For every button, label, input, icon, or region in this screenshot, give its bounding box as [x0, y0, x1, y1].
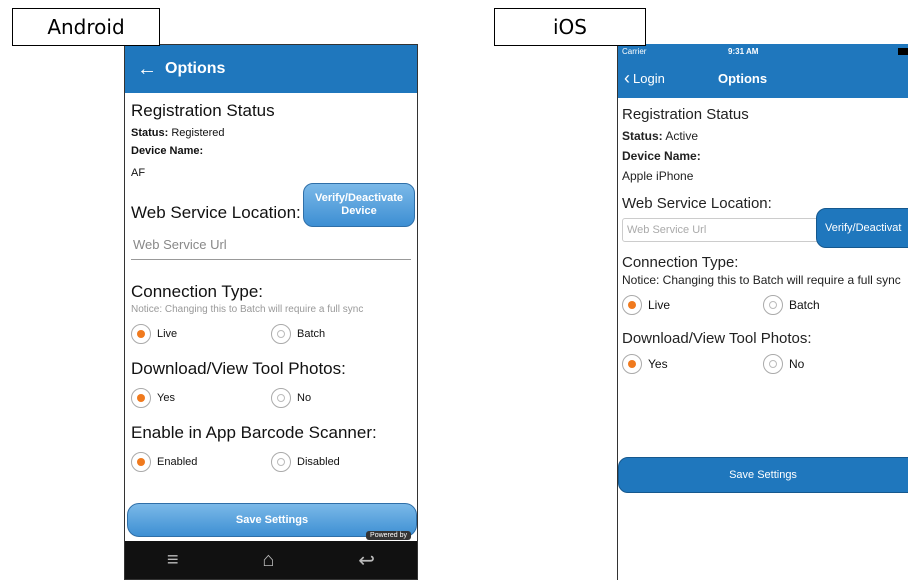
radio-yes-label: Yes	[648, 357, 668, 371]
radio-batch[interactable]	[271, 324, 291, 344]
radio-no-label: No	[789, 357, 805, 371]
connection-type-heading: Connection Type:	[622, 254, 739, 271]
android-label: Android	[12, 8, 160, 46]
connection-radio-group: Live Batch	[131, 321, 411, 347]
status-value: Registered	[171, 127, 225, 139]
android-nav-bar: ≡ ⌂ ↩	[125, 541, 417, 579]
radio-disabled-label: Disabled	[297, 456, 340, 468]
radio-live-label: Live	[157, 328, 178, 340]
ios-nav-bar: ‹ Login Options	[618, 68, 908, 92]
radio-disabled[interactable]	[271, 452, 291, 472]
ios-header: Carrier 9:31 AM ‹ Login Options	[618, 44, 908, 98]
status-label: Status:	[131, 127, 169, 139]
photos-radio-group: Yes No	[131, 385, 411, 411]
radio-live[interactable]	[131, 324, 151, 344]
connection-notice: Notice: Changing this to Batch will requ…	[131, 304, 364, 315]
verify-deactivate-button[interactable]: Verify/Deactivate Device	[303, 183, 415, 227]
barcode-radio-group: Enabled Disabled	[131, 449, 411, 475]
registration-heading: Registration Status	[622, 106, 749, 123]
photos-heading: Download/View Tool Photos:	[131, 359, 346, 378]
radio-live[interactable]	[622, 295, 642, 315]
device-name-label: Device Name:	[622, 149, 701, 163]
device-name-label: Device Name:	[131, 145, 204, 157]
device-name-value: Apple iPhone	[622, 169, 694, 183]
connection-type-heading: Connection Type:	[131, 282, 263, 301]
status-label: Status:	[622, 129, 663, 143]
status-bar: Carrier 9:31 AM	[618, 44, 908, 60]
barcode-heading: Enable in App Barcode Scanner:	[131, 423, 377, 442]
ios-label: iOS	[494, 8, 646, 46]
page-title: Options	[718, 71, 768, 86]
home-icon[interactable]: ⌂	[262, 549, 274, 572]
connection-notice: Notice: Changing this to Batch will requ…	[622, 273, 901, 287]
registration-heading: Registration Status	[131, 101, 275, 120]
connection-radio-group: Live Batch	[622, 292, 904, 318]
radio-enabled[interactable]	[131, 452, 151, 472]
powered-by-badge: Powered by	[366, 531, 411, 540]
radio-no[interactable]	[763, 354, 783, 374]
back-button[interactable]: ‹ Login	[624, 68, 665, 88]
radio-yes[interactable]	[131, 388, 151, 408]
photos-radio-group: Yes No	[622, 351, 904, 377]
back-label: Login	[633, 70, 665, 86]
battery-icon	[898, 48, 908, 55]
web-service-url-input[interactable]: Web Service Url	[131, 229, 411, 260]
android-app-bar: ← Options	[125, 45, 417, 93]
verify-deactivate-button[interactable]: Verify/Deactivat	[816, 208, 908, 248]
carrier-text: Carrier	[622, 47, 647, 56]
ios-screen: Carrier 9:31 AM ‹ Login Options Registra…	[617, 44, 908, 580]
radio-yes[interactable]	[622, 354, 642, 374]
radio-live-label: Live	[648, 298, 671, 312]
chevron-left-icon: ‹	[624, 68, 630, 88]
radio-no-label: No	[297, 392, 312, 404]
status-value: Active	[665, 129, 699, 143]
radio-enabled-label: Enabled	[157, 456, 198, 468]
save-settings-button[interactable]: Save Settings	[618, 457, 908, 493]
menu-icon[interactable]: ≡	[167, 549, 179, 572]
page-title: Options	[165, 60, 226, 77]
radio-no[interactable]	[271, 388, 291, 408]
radio-batch-label: Batch	[789, 298, 820, 312]
device-name-value: AF	[131, 167, 146, 179]
arrow-left-icon[interactable]: ←	[129, 58, 165, 81]
photos-heading: Download/View Tool Photos:	[622, 330, 812, 347]
radio-yes-label: Yes	[157, 392, 175, 404]
android-screen: ← Options Registration Status Status: Re…	[124, 44, 418, 580]
time-text: 9:31 AM	[728, 47, 759, 56]
radio-batch[interactable]	[763, 295, 783, 315]
back-icon[interactable]: ↩	[358, 548, 375, 573]
radio-batch-label: Batch	[297, 328, 326, 340]
